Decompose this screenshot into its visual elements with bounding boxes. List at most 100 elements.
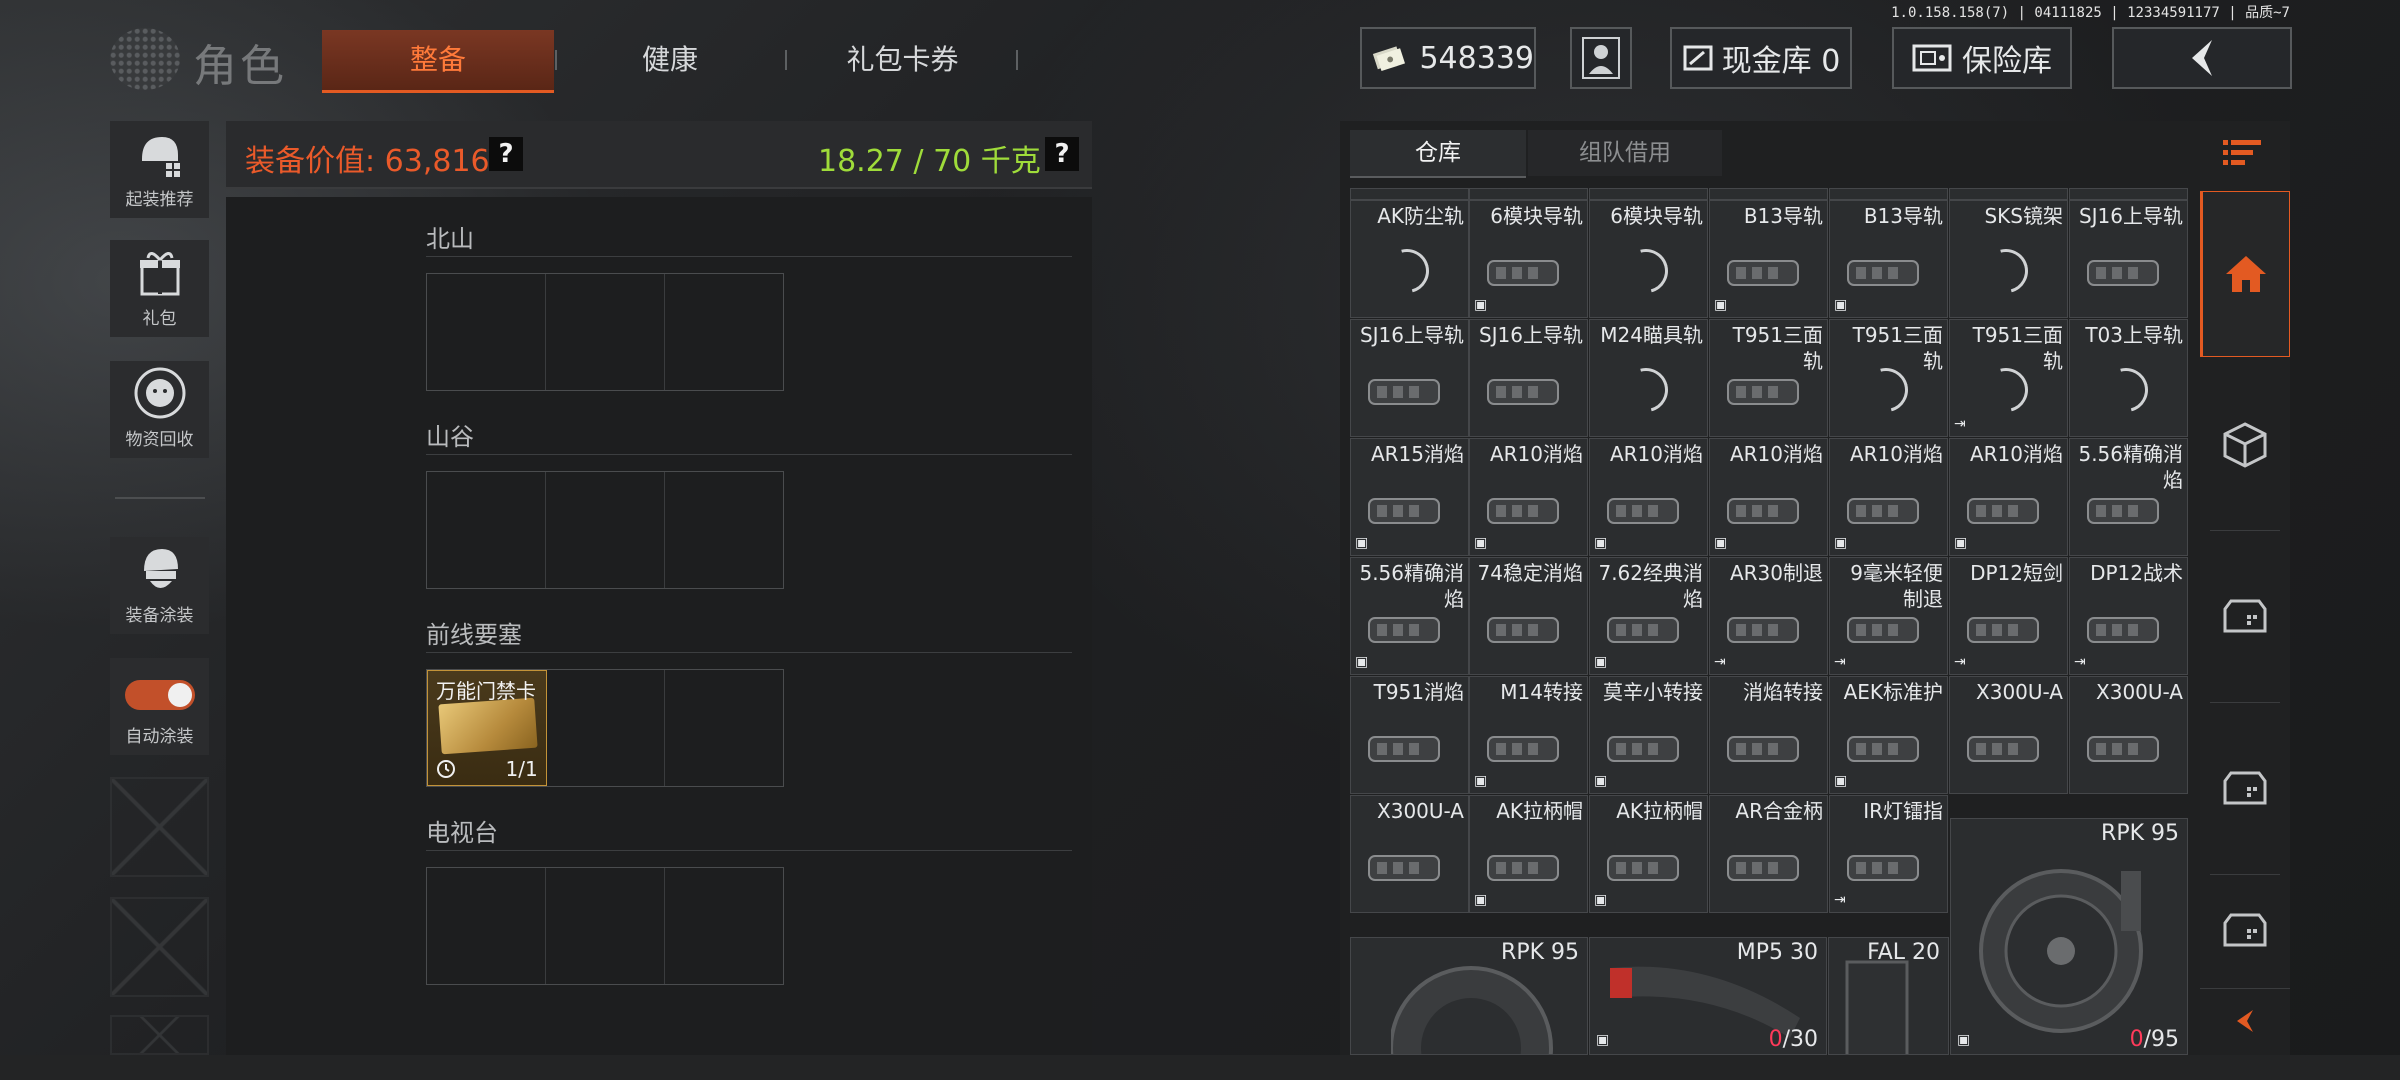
sidebar-supply-recycle[interactable]: 物资回收	[110, 361, 209, 458]
warehouse-item-partial[interactable]	[1709, 188, 1828, 200]
warehouse-item[interactable]: AR合金柄	[1709, 795, 1828, 913]
key-slot[interactable]	[546, 472, 665, 588]
key-slot[interactable]	[665, 868, 783, 984]
key-slot[interactable]	[665, 472, 783, 588]
warehouse-item[interactable]: SJ16上导轨	[2069, 200, 2188, 318]
warehouse-item[interactable]: AR10消焰 ▣	[1829, 438, 1948, 556]
warehouse-item[interactable]: T951消焰	[1350, 676, 1469, 794]
sidebar-auto-skin[interactable]: 自动涂装	[110, 658, 209, 755]
warehouse-item[interactable]: 5.56精确消焰 ▣	[1350, 557, 1469, 675]
key-slot[interactable]	[665, 670, 783, 786]
attachment-icon	[1368, 498, 1440, 524]
magazine-item-fal20[interactable]: FAL 20	[1828, 937, 1949, 1055]
key-card-item[interactable]: 万能门禁卡 1/1	[427, 670, 547, 786]
tab-loadout[interactable]: 整备	[322, 30, 554, 93]
warehouse-item[interactable]: B13导轨 ▣	[1829, 200, 1948, 318]
attachment-icon	[1847, 736, 1919, 762]
warehouse-item[interactable]: T03上导轨	[2069, 319, 2188, 437]
item-name: AR15消焰	[1370, 442, 1464, 466]
warehouse-item[interactable]: M24瞄具轨	[1589, 319, 1708, 437]
warehouse-item[interactable]: 7.62经典消焰 ▣	[1589, 557, 1708, 675]
key-slot[interactable]	[427, 868, 546, 984]
warehouse-item[interactable]: AK拉柄帽 ▣	[1469, 795, 1588, 913]
key-card-count: 1/1	[505, 757, 538, 781]
warehouse-item[interactable]: AK防尘轨	[1350, 200, 1469, 318]
warehouse-item[interactable]: AR15消焰 ▣	[1350, 438, 1469, 556]
warehouse-item[interactable]: AR10消焰 ▣	[1589, 438, 1708, 556]
rail-divider	[2210, 702, 2280, 703]
warehouse-item[interactable]: T951三面轨	[1829, 319, 1948, 437]
warehouse-item[interactable]: X300U-A	[1949, 676, 2068, 794]
rail-storage-button[interactable]	[2200, 704, 2290, 872]
warehouse-item[interactable]: AR10消焰 ▣	[1949, 438, 2068, 556]
rail-collapse-button[interactable]	[2200, 988, 2290, 1053]
rail-storage-button[interactable]	[2200, 876, 2290, 984]
warehouse-item-partial[interactable]	[1829, 188, 1948, 200]
warehouse-item[interactable]: 莫辛小转接 ▣	[1589, 676, 1708, 794]
warehouse-item[interactable]: AR10消焰 ▣	[1469, 438, 1588, 556]
warehouse-item-partial[interactable]	[1469, 188, 1588, 200]
magazine-item-rpk95[interactable]: RPK 95 ▣ 0/95	[1950, 818, 2188, 1055]
cash-vault-button[interactable]: 现金库 0	[1670, 27, 1852, 89]
key-slot[interactable]	[547, 670, 666, 786]
warehouse-item[interactable]: AK拉柄帽 ▣	[1589, 795, 1708, 913]
warehouse-item[interactable]: B13导轨 ▣	[1709, 200, 1828, 318]
warehouse-item[interactable]: AR10消焰 ▣	[1709, 438, 1828, 556]
warehouse-item-partial[interactable]	[1589, 188, 1708, 200]
rail-home-button[interactable]	[2200, 191, 2290, 357]
warehouse-item[interactable]: AEK标准护 ▣	[1829, 676, 1948, 794]
back-button[interactable]	[2112, 27, 2292, 89]
profile-button[interactable]	[1570, 27, 1632, 89]
value-help-button[interactable]: ?	[489, 137, 523, 171]
magazine-item-rpk95[interactable]: RPK 95	[1350, 937, 1588, 1055]
warehouse-item[interactable]: T951三面轨	[1709, 319, 1828, 437]
warehouse-item[interactable]: SJ16上导轨	[1350, 319, 1469, 437]
warehouse-item[interactable]: SKS镜架	[1949, 200, 2068, 318]
sort-button[interactable]	[2200, 121, 2290, 187]
key-slot-row[interactable]: 万能门禁卡 1/1	[426, 669, 784, 787]
safe-box-button[interactable]: 保险库	[1892, 27, 2072, 89]
rail-storage-button[interactable]	[2200, 532, 2290, 700]
loading-spinner-icon	[1975, 240, 2037, 302]
rail-container-button[interactable]	[2200, 360, 2290, 528]
magazine-item-mp5[interactable]: MP5 30 ▣ 0/30	[1589, 937, 1827, 1055]
warehouse-item[interactable]: 9毫米轻便制退 ⇥	[1829, 557, 1948, 675]
warehouse-item[interactable]: 6模块导轨 ▣	[1469, 200, 1588, 318]
warehouse-item[interactable]: IR灯镭指 ⇥	[1829, 795, 1948, 913]
sidebar-recommended-loadout[interactable]: 起装推荐	[110, 121, 209, 218]
key-slot[interactable]	[665, 274, 783, 390]
key-slot[interactable]	[427, 472, 546, 588]
tab-team-borrow[interactable]: 组队借用	[1528, 130, 1722, 176]
warehouse-item[interactable]: 5.56精确消焰	[2069, 438, 2188, 556]
warehouse-item-partial[interactable]	[2069, 188, 2188, 200]
key-slot-row[interactable]	[426, 867, 784, 985]
tab-health[interactable]: 健康	[560, 30, 780, 90]
warehouse-item[interactable]: 6模块导轨	[1589, 200, 1708, 318]
auto-skin-toggle[interactable]	[124, 680, 195, 710]
item-name: AR10消焰	[1849, 442, 1943, 466]
warehouse-item[interactable]: X300U-A	[2069, 676, 2188, 794]
key-slot[interactable]	[427, 274, 546, 390]
weight-help-button[interactable]: ?	[1045, 137, 1079, 171]
warehouse-item[interactable]: 74稳定消焰	[1469, 557, 1588, 675]
warehouse-item[interactable]: 消焰转接	[1709, 676, 1828, 794]
tab-gift-cards[interactable]: 礼包卡券	[790, 30, 1015, 90]
warehouse-item[interactable]: M14转接 ▣	[1469, 676, 1588, 794]
attachment-icon	[1727, 855, 1799, 881]
warehouse-item-partial[interactable]	[1350, 188, 1469, 200]
key-slot-row[interactable]	[426, 471, 784, 589]
warehouse-item[interactable]: DP12战术 ⇥	[2069, 557, 2188, 675]
warehouse-item[interactable]: X300U-A	[1350, 795, 1469, 913]
warehouse-item[interactable]: AR30制退 ⇥	[1709, 557, 1828, 675]
key-slot[interactable]	[546, 274, 665, 390]
warehouse-item[interactable]: T951三面轨 ⇥	[1949, 319, 2068, 437]
key-slot-row[interactable]	[426, 273, 784, 391]
tab-warehouse[interactable]: 仓库	[1350, 130, 1526, 178]
warehouse-item[interactable]: DP12短剑 ⇥	[1949, 557, 2068, 675]
warehouse-item-partial[interactable]	[1949, 188, 2068, 200]
sidebar-equipment-skin[interactable]: 装备涂装	[110, 537, 209, 634]
sidebar-gift-pack[interactable]: 礼包	[110, 240, 209, 337]
warehouse-item[interactable]: SJ16上导轨	[1469, 319, 1588, 437]
page-title: 角色	[193, 41, 287, 92]
key-slot[interactable]	[546, 868, 665, 984]
